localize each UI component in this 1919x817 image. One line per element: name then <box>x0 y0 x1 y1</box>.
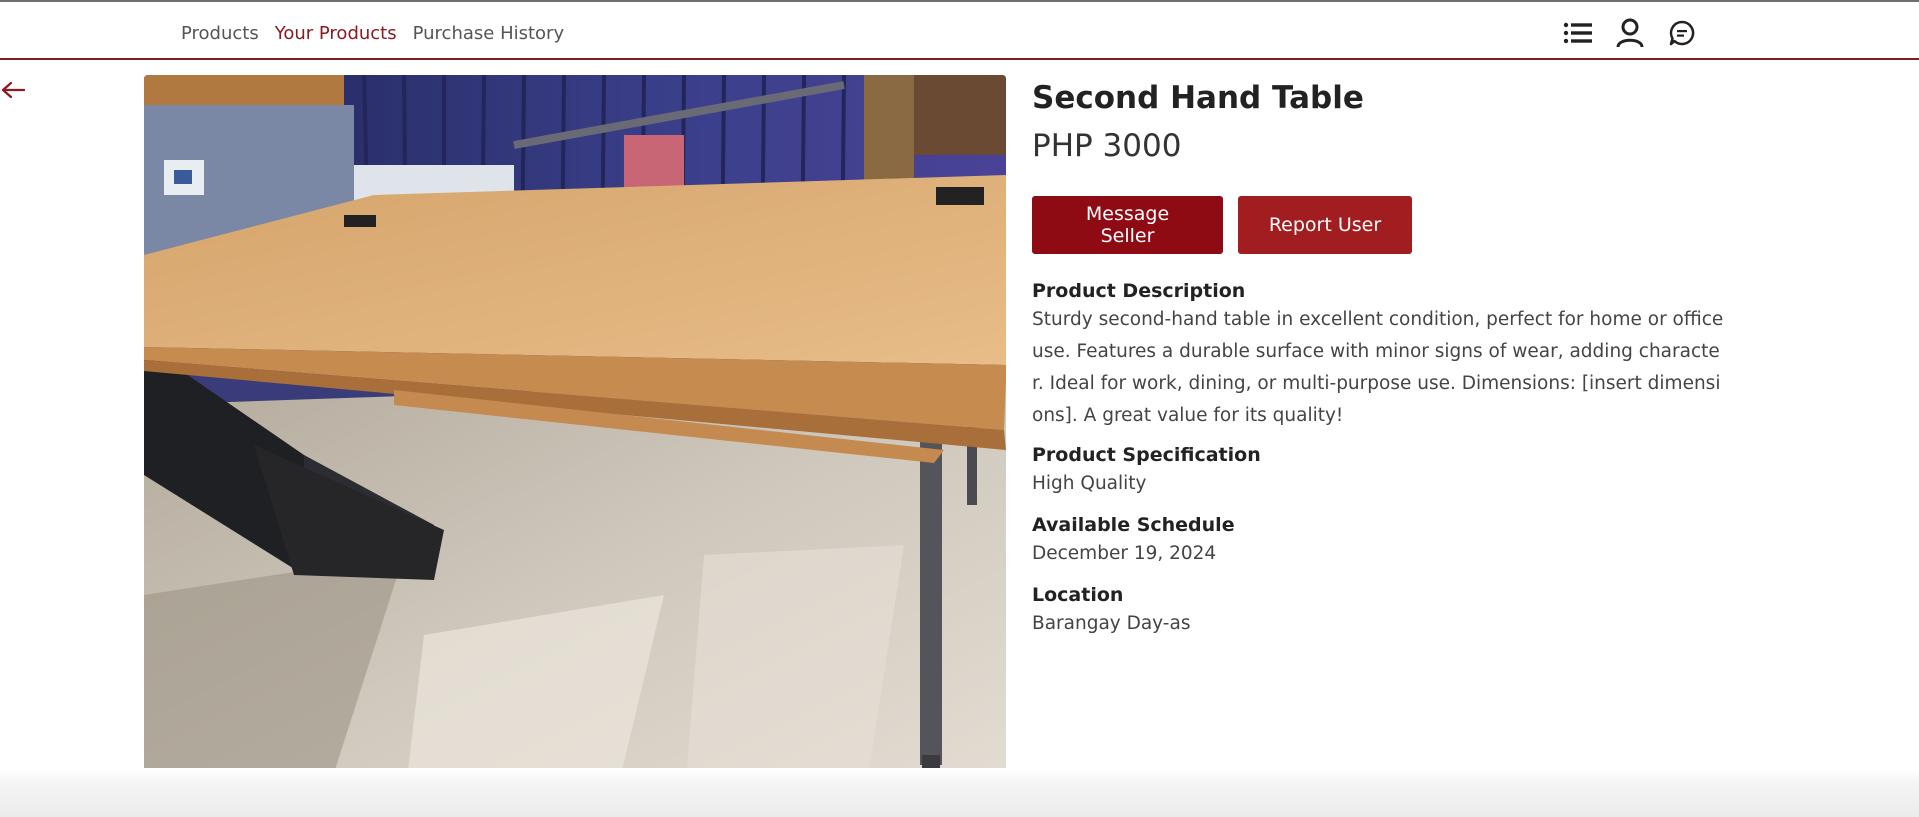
action-buttons: Message Seller Report User <box>1032 196 1732 254</box>
nav-link-products[interactable]: Products <box>181 23 259 44</box>
list-icon[interactable] <box>1561 16 1595 50</box>
product-description-text: Sturdy second-hand table in excellent co… <box>1032 309 1724 426</box>
product-description-label: Product Description <box>1032 280 1246 302</box>
product-description-section: Product Description Sturdy second-hand t… <box>1032 280 1732 432</box>
location-section: Location Barangay Day-as <box>1032 584 1732 640</box>
available-schedule-section: Available Schedule December 19, 2024 <box>1032 514 1732 570</box>
page-footer-shadow <box>0 768 1919 817</box>
product-image <box>144 75 1006 804</box>
location-value: Barangay Day-as <box>1032 613 1191 634</box>
nav-icons <box>1561 16 1699 50</box>
navbar: Products Your Products Purchase History <box>0 2 1919 60</box>
product-price: PHP 3000 <box>1032 128 1182 164</box>
product-specification-section: Product Specification High Quality <box>1032 444 1732 500</box>
nav-link-your-products[interactable]: Your Products <box>275 23 397 44</box>
report-user-button[interactable]: Report User <box>1238 196 1412 254</box>
nav-link-purchase-history[interactable]: Purchase History <box>413 23 565 44</box>
product-specification-value: High Quality <box>1032 473 1147 494</box>
nav-links: Products Your Products Purchase History <box>181 23 564 44</box>
chat-icon[interactable] <box>1665 16 1699 50</box>
available-schedule-label: Available Schedule <box>1032 514 1235 536</box>
product-title: Second Hand Table <box>1032 80 1364 116</box>
user-icon[interactable] <box>1613 16 1647 50</box>
message-seller-button[interactable]: Message Seller <box>1032 196 1223 254</box>
available-schedule-value: December 19, 2024 <box>1032 543 1217 564</box>
back-arrow-icon[interactable] <box>0 77 26 103</box>
product-specification-label: Product Specification <box>1032 444 1261 466</box>
location-label: Location <box>1032 584 1124 606</box>
product-details: Second Hand Table PHP 3000 Message Selle… <box>1032 80 1732 640</box>
